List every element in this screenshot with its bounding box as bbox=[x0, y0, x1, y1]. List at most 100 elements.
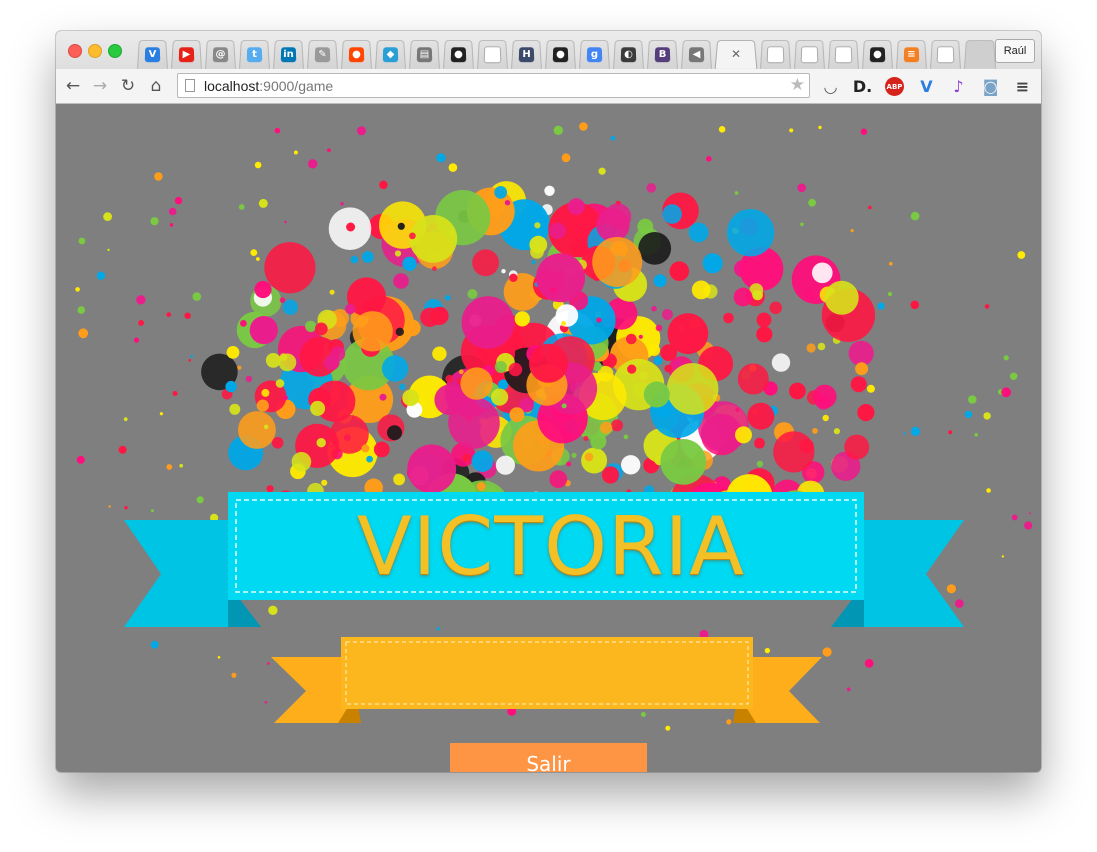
paint-splat bbox=[544, 185, 555, 196]
browser-tab[interactable]: ✎ bbox=[307, 40, 338, 69]
paint-droplet bbox=[764, 647, 771, 654]
adblock-icon[interactable]: ABP bbox=[885, 77, 904, 96]
paint-splat bbox=[316, 438, 326, 448]
blank-page-icon bbox=[936, 45, 955, 63]
paint-droplet bbox=[1003, 355, 1009, 361]
browser-tab[interactable]: ● bbox=[341, 40, 372, 69]
active-tab[interactable]: ✕ bbox=[714, 40, 758, 69]
browser-tab[interactable]: H bbox=[511, 40, 542, 69]
disqus-icon[interactable]: D. bbox=[853, 77, 872, 96]
paint-splat bbox=[494, 361, 507, 373]
paint-droplet bbox=[974, 433, 978, 437]
browser-tab[interactable]: ◀ bbox=[681, 40, 712, 69]
paint-splat bbox=[361, 251, 374, 263]
paint-droplet bbox=[436, 627, 440, 631]
menu-icon[interactable]: ≡ bbox=[1013, 77, 1032, 96]
reddit-icon: ● bbox=[348, 46, 365, 62]
paint-splat bbox=[664, 364, 672, 373]
address-bar[interactable]: localhost:9000/game ★ bbox=[177, 73, 810, 98]
browser-tab[interactable]: V bbox=[137, 40, 168, 69]
pocket-icon[interactable]: ◡ bbox=[821, 77, 840, 96]
paint-splat bbox=[561, 321, 566, 326]
profile-button[interactable]: Raúl bbox=[995, 39, 1035, 63]
home-icon[interactable]: ⌂ bbox=[145, 75, 167, 97]
paint-droplet bbox=[184, 312, 191, 319]
browser-tab[interactable] bbox=[760, 40, 791, 69]
v-icon[interactable]: V bbox=[917, 77, 936, 96]
paint-droplet bbox=[846, 687, 851, 692]
paint-splash-art bbox=[75, 122, 1033, 731]
close-window-button[interactable] bbox=[68, 44, 82, 58]
close-tab-icon[interactable]: ✕ bbox=[731, 47, 741, 61]
browser-tab[interactable]: ● bbox=[862, 40, 893, 69]
new-tab-button[interactable] bbox=[963, 40, 997, 69]
paint-splat bbox=[806, 343, 816, 353]
paint-droplet bbox=[118, 445, 127, 454]
browser-tab[interactable] bbox=[477, 40, 508, 69]
browser-tab[interactable]: ≡ bbox=[896, 40, 927, 69]
back-arrow-icon[interactable]: ← bbox=[62, 75, 84, 97]
browser-tab[interactable]: @ bbox=[205, 40, 236, 69]
paint-splat bbox=[621, 455, 641, 475]
paint-splat bbox=[590, 433, 607, 450]
reload-icon[interactable]: ↻ bbox=[117, 75, 139, 97]
paint-droplet bbox=[166, 464, 173, 470]
game-canvas: VICTORIA Salir bbox=[56, 104, 1041, 772]
browser-tab[interactable] bbox=[794, 40, 825, 69]
paint-splat bbox=[509, 273, 518, 282]
paint-splat bbox=[723, 312, 734, 324]
paint-splat bbox=[352, 311, 393, 352]
paint-splat bbox=[754, 437, 765, 449]
browser-tab[interactable]: ● bbox=[545, 40, 576, 69]
paint-splat bbox=[534, 222, 541, 229]
paint-droplet bbox=[108, 505, 111, 508]
paint-droplet bbox=[986, 488, 991, 493]
music-note-icon[interactable]: ♪ bbox=[949, 77, 968, 96]
paint-splat bbox=[769, 301, 782, 315]
browser-tab[interactable]: ◆ bbox=[375, 40, 406, 69]
paint-splat bbox=[462, 453, 472, 463]
browser-tab[interactable] bbox=[930, 40, 961, 69]
paint-splat bbox=[310, 400, 326, 416]
browser-tab[interactable]: B bbox=[647, 40, 678, 69]
blank-page-icon bbox=[834, 45, 853, 63]
paint-splat bbox=[467, 289, 478, 299]
exit-button[interactable]: Salir bbox=[450, 743, 647, 772]
paint-splat bbox=[504, 200, 511, 206]
paint-droplet bbox=[103, 212, 112, 221]
paint-splat bbox=[549, 470, 568, 489]
bookmark-star-icon[interactable]: ★ bbox=[790, 75, 805, 95]
paint-splat bbox=[536, 253, 586, 303]
github-icon: ● bbox=[869, 46, 886, 62]
browser-tab[interactable]: ● bbox=[443, 40, 474, 69]
paint-droplet bbox=[138, 320, 144, 326]
camera-icon[interactable]: ◙ bbox=[981, 77, 1000, 96]
paint-splat bbox=[555, 304, 579, 327]
browser-tab[interactable]: in bbox=[273, 40, 304, 69]
paint-droplet bbox=[968, 395, 977, 404]
maximize-window-button[interactable] bbox=[108, 44, 122, 58]
minimize-window-button[interactable] bbox=[88, 44, 102, 58]
browser-tab[interactable] bbox=[828, 40, 859, 69]
paint-splat bbox=[596, 317, 602, 323]
paint-splat bbox=[402, 389, 419, 407]
paint-droplet bbox=[436, 153, 446, 163]
paint-droplet bbox=[172, 391, 178, 396]
forward-arrow-icon[interactable]: → bbox=[89, 75, 111, 97]
youtube-icon: ▶ bbox=[178, 46, 195, 62]
paint-droplet bbox=[955, 599, 964, 608]
paint-splat bbox=[822, 414, 829, 422]
paint-droplet bbox=[124, 506, 128, 510]
browser-tab[interactable]: ▤ bbox=[409, 40, 440, 69]
paint-splat bbox=[666, 363, 719, 415]
paint-splat bbox=[771, 353, 791, 372]
paint-droplet bbox=[268, 605, 278, 615]
paint-splat bbox=[346, 222, 356, 232]
browser-tab[interactable]: ▶ bbox=[171, 40, 202, 69]
paint-droplet bbox=[726, 719, 732, 725]
browser-tab[interactable]: g bbox=[579, 40, 610, 69]
paint-droplet bbox=[150, 640, 159, 649]
browser-tab[interactable]: t bbox=[239, 40, 270, 69]
paint-droplet bbox=[179, 463, 183, 468]
browser-tab[interactable]: ◐ bbox=[613, 40, 644, 69]
